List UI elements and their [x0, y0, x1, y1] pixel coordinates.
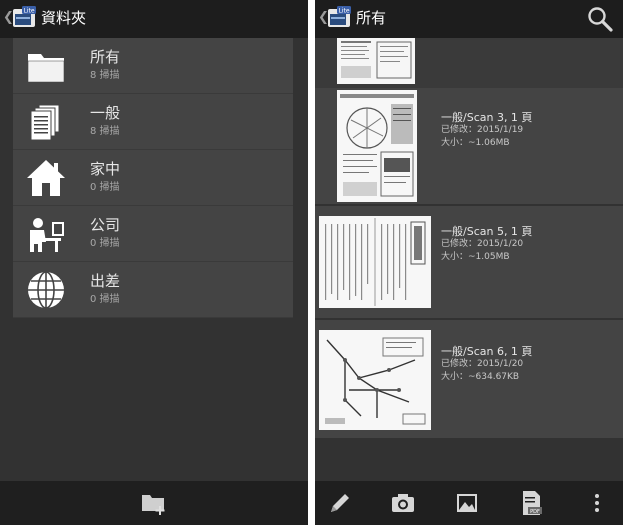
folder-name: 家中: [90, 160, 121, 178]
office-worker-icon: [30, 218, 64, 252]
globe-icon: [28, 271, 64, 309]
folder-scan-count: 8 掃描: [90, 126, 120, 137]
scan-modified-date: 已修改：2015/1/20: [441, 239, 524, 249]
camera-icon[interactable]: [389, 489, 417, 517]
list-item[interactable]: [315, 38, 623, 88]
svg-text:Lite: Lite: [338, 8, 349, 15]
scan-thumbnail: [319, 216, 431, 308]
svg-text:Lite: Lite: [23, 8, 34, 15]
scan-modified-date: 已修改：2015/1/19: [441, 125, 524, 135]
app-logo-icon[interactable]: Lite: [326, 5, 352, 31]
action-bar: ❮ Lite 資料夾: [0, 0, 308, 38]
gallery-icon[interactable]: [453, 489, 481, 517]
folder-name: 一般: [90, 104, 121, 122]
scan-file-size: 大小：~634.67KB: [441, 372, 520, 382]
folder-name: 公司: [90, 216, 121, 234]
pdf-icon[interactable]: PDF: [517, 489, 545, 517]
overflow-menu-icon[interactable]: [583, 489, 611, 517]
scan-thumbnail: [319, 330, 431, 430]
home-icon: [27, 160, 65, 196]
app-logo-icon[interactable]: Lite: [11, 5, 37, 31]
folder-item-office[interactable]: 公司 0 掃描: [13, 206, 293, 262]
bottom-toolbar: [0, 481, 308, 525]
screen-title: 資料夾: [41, 9, 87, 27]
scan-thumbnail: [337, 90, 417, 202]
pencil-icon[interactable]: [326, 489, 354, 517]
documents-icon: [30, 104, 60, 141]
scan-title: 一般/Scan 3, 1 頁: [441, 111, 533, 124]
scan-modified-date: 已修改：2015/1/20: [441, 359, 524, 369]
scan-title: 一般/Scan 6, 1 頁: [441, 345, 533, 358]
folders-screen: ❮ Lite 資料夾 所有 8 掃描 一般 8 掃描 家中 0 掃描 公司 0 …: [0, 0, 308, 525]
folder-scan-count: 8 掃描: [90, 70, 120, 81]
folder-list: 所有 8 掃描 一般 8 掃描 家中 0 掃描 公司 0 掃描 出差 0 掃描: [13, 38, 293, 318]
folder-item-general[interactable]: 一般 8 掃描: [13, 94, 293, 150]
folder-name: 所有: [90, 48, 121, 66]
folder-name: 出差: [90, 272, 121, 290]
folder-item-all[interactable]: 所有 8 掃描: [13, 38, 293, 94]
folder-scan-count: 0 掃描: [90, 238, 120, 249]
scan-title: 一般/Scan 5, 1 頁: [441, 225, 533, 238]
scan-file-size: 大小：~1.06MB: [441, 138, 510, 148]
search-icon[interactable]: [586, 5, 614, 33]
scan-list-item[interactable]: 一般/Scan 6, 1 頁 已修改：2015/1/20 大小：~634.67K…: [315, 320, 623, 438]
screen-title: 所有: [356, 9, 387, 27]
folder-item-business-trip[interactable]: 出差 0 掃描: [13, 262, 293, 318]
scan-list-item[interactable]: 一般/Scan 5, 1 頁 已修改：2015/1/20 大小：~1.05MB: [315, 206, 623, 318]
folder-scan-count: 0 掃描: [90, 294, 120, 305]
scan-thumbnail: [337, 38, 415, 84]
scans-screen: ❮ Lite 所有 一般/Scan 3, 1 頁 已修改：2015/1/19 大…: [315, 0, 623, 525]
folder-scan-count: 0 掃描: [90, 182, 120, 193]
scan-list-item[interactable]: 一般/Scan 3, 1 頁 已修改：2015/1/19 大小：~1.06MB: [315, 88, 623, 204]
scan-file-size: 大小：~1.05MB: [441, 252, 510, 262]
svg-text:PDF: PDF: [530, 509, 540, 515]
action-bar: ❮ Lite 所有: [315, 0, 623, 38]
bottom-toolbar: PDF: [315, 481, 623, 525]
new-folder-icon[interactable]: [140, 489, 168, 517]
folder-item-home[interactable]: 家中 0 掃描: [13, 150, 293, 206]
folder-icon: [27, 54, 65, 83]
